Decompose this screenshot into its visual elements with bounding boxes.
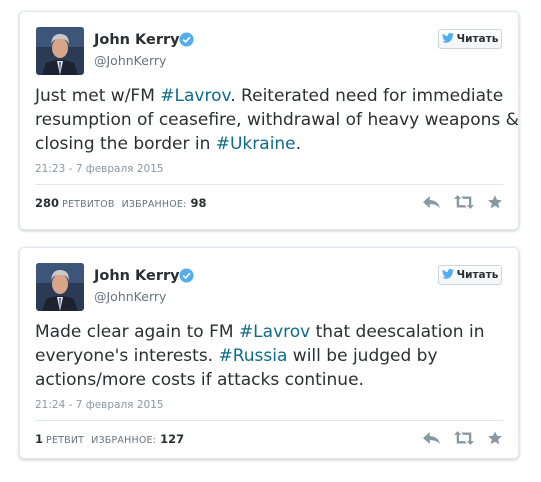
text-segment: Just met w/FM (35, 86, 161, 106)
text-segment: . Reiterated need for immediate (230, 86, 504, 106)
text-segment: will be judged by (287, 346, 438, 366)
tweet-stats: 1 РЕТВИТ ИЗБРАННОЕ: 127 (35, 432, 184, 446)
hashtag-link[interactable]: #Lavrov (160, 86, 230, 106)
favorite-count[interactable]: 127 (160, 432, 184, 446)
tweet-text-line: actions/more costs if attacks continue. (35, 368, 504, 392)
follow-button[interactable]: Читать (438, 29, 502, 49)
follow-label: Читать (456, 33, 499, 45)
text-segment: that deescalation in (310, 322, 485, 342)
favorite-label[interactable]: ИЗБРАННОЕ: (91, 435, 156, 446)
text-segment: closing the border in (35, 134, 216, 154)
verified-badge-icon (179, 32, 194, 47)
timestamp-link[interactable]: 21:24 - 7 февраля 2015 (35, 399, 164, 411)
twitter-bird-icon (441, 32, 454, 46)
tweet-text-line: resumption of ceasefire, withdrawal of h… (35, 108, 519, 132)
favorite-icon[interactable] (488, 195, 502, 209)
tweet-actions (423, 431, 502, 445)
timestamp-link[interactable]: 21:23 - 7 февраля 2015 (35, 163, 164, 175)
favorite-label[interactable]: ИЗБРАННОЕ: (122, 199, 187, 210)
retweet-label[interactable]: РЕТВИТОВ (62, 199, 115, 210)
tweet-text-line: closing the border in #Ukraine. (35, 132, 504, 156)
tweet-text: Made clear again to FM #Lavrov that dees… (35, 320, 504, 392)
reply-icon[interactable] (423, 195, 440, 209)
text-segment: . (295, 134, 302, 154)
tweet-text: Just met w/FM #Lavrov. Reiterated need f… (35, 84, 519, 156)
tweet-actions (423, 195, 502, 209)
follow-button[interactable]: Читать (438, 265, 502, 285)
tweet-text-line: Just met w/FM #Lavrov. Reiterated need f… (35, 84, 504, 108)
favorite-icon[interactable] (488, 431, 502, 445)
author-handle[interactable]: @JohnKerry (94, 289, 166, 304)
retweet-icon[interactable] (454, 431, 474, 445)
avatar[interactable] (36, 27, 84, 75)
author-name[interactable]: John Kerry (94, 32, 180, 48)
divider (35, 420, 503, 421)
tweet-stats: 280 РЕТВИТОВ ИЗБРАННОЕ: 98 (35, 196, 207, 210)
author-handle[interactable]: @JohnKerry (94, 53, 166, 68)
retweet-label[interactable]: РЕТВИТ (46, 435, 84, 446)
hashtag-link[interactable]: #Lavrov (239, 322, 310, 342)
hashtag-link[interactable]: #Russia (218, 346, 287, 366)
retweet-count[interactable]: 280 (35, 196, 59, 210)
reply-icon[interactable] (423, 431, 440, 445)
tweet-text-line: Made clear again to FM #Lavrov that dees… (35, 320, 504, 344)
verified-badge-icon (179, 268, 194, 283)
text-segment: Made clear again to FM (35, 322, 239, 342)
retweet-icon[interactable] (454, 195, 474, 209)
tweet-card: John Kerry @JohnKerry Читать Just met w/… (19, 11, 519, 230)
avatar[interactable] (36, 263, 84, 311)
author-name[interactable]: John Kerry (94, 268, 180, 284)
text-segment: resumption of ceasefire, withdrawal of h… (35, 110, 519, 130)
hashtag-link[interactable]: #Ukraine (216, 134, 296, 154)
favorite-count[interactable]: 98 (191, 196, 207, 210)
follow-label: Читать (456, 269, 499, 281)
twitter-bird-icon (441, 268, 454, 282)
tweet-text-line: everyone's interests. #Russia will be ju… (35, 344, 504, 368)
retweet-count[interactable]: 1 (35, 432, 43, 446)
tweet-card: John Kerry @JohnKerry Читать Made clear … (19, 247, 519, 459)
divider (35, 184, 503, 185)
text-segment: actions/more costs if attacks continue. (35, 370, 364, 390)
text-segment: everyone's interests. (35, 346, 219, 366)
